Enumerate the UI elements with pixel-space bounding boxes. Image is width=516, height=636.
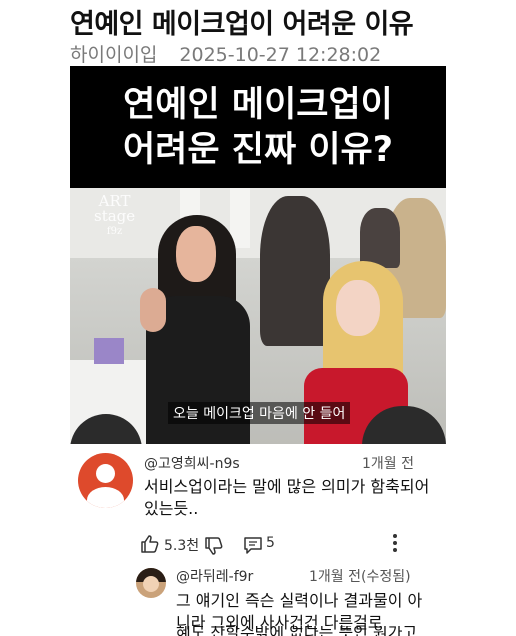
- more-vertical-icon[interactable]: [390, 534, 400, 556]
- comment-time: 1개월 전: [362, 456, 414, 472]
- reply-author[interactable]: @라뒤레-f9r: [176, 566, 253, 586]
- video-player[interactable]: 연예인 메이크업이 어려운 진짜 이유? ART stage f9z 오늘 메이…: [70, 66, 446, 444]
- artist-face: [176, 226, 216, 282]
- video-subtitle: 오늘 메이크업 마음에 안 들어: [168, 402, 351, 424]
- post-title: 연예인 메이크업이 어려운 이유: [70, 9, 414, 40]
- reply-time: 1개월 전(수정됨): [309, 569, 411, 585]
- reply-count[interactable]: 5: [266, 535, 275, 551]
- comment-author[interactable]: @고영희씨-n9s: [144, 453, 240, 473]
- banner-line-1: 연예인 메이크업이: [123, 85, 393, 125]
- reply-author-avatar[interactable]: [136, 568, 166, 598]
- comment-icon[interactable]: [243, 535, 263, 555]
- like-count: 5.3천: [164, 538, 200, 554]
- avatar-face-shape: [143, 576, 159, 592]
- post-meta: 하이이이입 2025-10-27 12:28:02: [70, 40, 381, 67]
- reply-text-overflow: 혜도 산할수밖에 없다는 뜻인 원가고: [176, 626, 418, 636]
- post-author[interactable]: 하이이이입: [70, 44, 157, 66]
- video-frame: ART stage f9z 오늘 메이크업 마음에 안 들어: [70, 188, 446, 444]
- avatar-shoulders-shape: [87, 487, 124, 508]
- commenter-avatar[interactable]: [78, 453, 133, 508]
- avatar-head-shape: [96, 464, 115, 483]
- video-banner: 연예인 메이크업이 어려운 진짜 이유?: [70, 66, 446, 188]
- comment-text: 서비스업이라는 말에 많은 의미가 함축되어 있는듯..: [144, 477, 430, 518]
- post-date: 2025-10-27 12:28:02: [179, 44, 382, 66]
- artist-hand: [140, 288, 166, 332]
- thumbs-up-icon[interactable]: [140, 534, 160, 554]
- product-box: [94, 338, 124, 364]
- banner-line-2: 어려운 진짜 이유?: [122, 130, 394, 170]
- model-face: [336, 280, 380, 336]
- art-stage-watermark: ART stage f9z: [94, 192, 136, 238]
- background-person: [360, 208, 400, 268]
- background-person: [260, 196, 330, 346]
- thumbs-down-icon[interactable]: [204, 536, 224, 556]
